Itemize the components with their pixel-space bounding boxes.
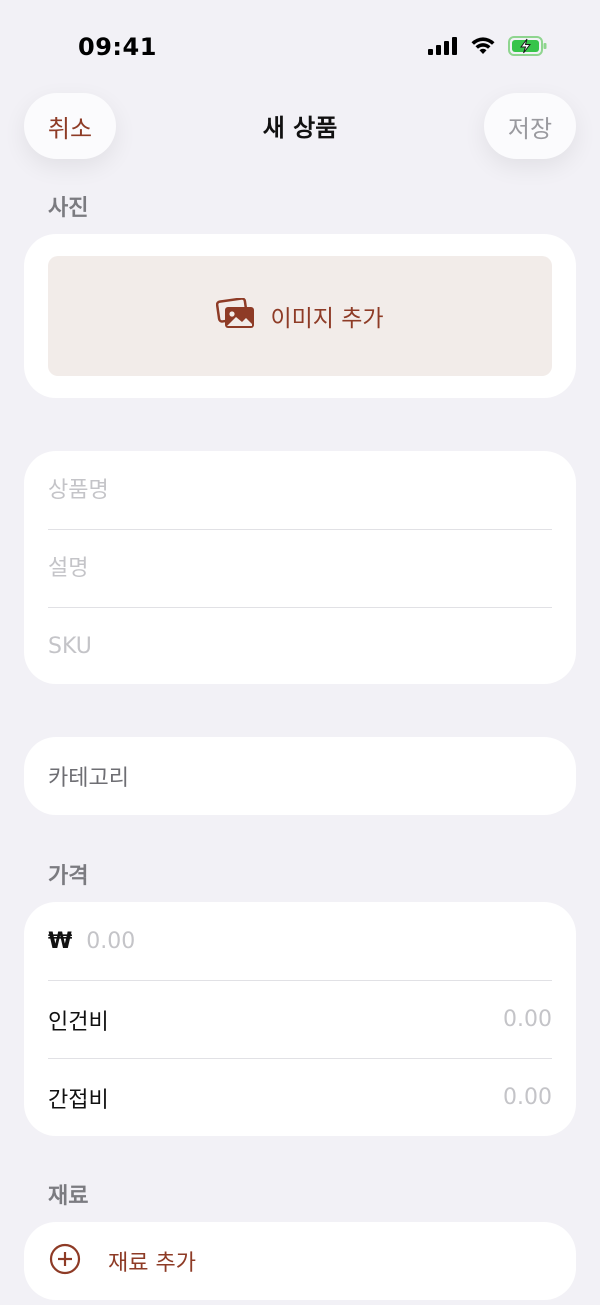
status-time: 09:41 xyxy=(78,33,157,61)
wifi-icon xyxy=(470,36,496,60)
add-material-button[interactable]: 재료 추가 xyxy=(24,1222,576,1300)
category-card: 카테고리 xyxy=(24,737,576,815)
photo-card: 이미지 추가 xyxy=(24,234,576,398)
add-material-label: 재료 추가 xyxy=(108,1251,196,1276)
description-input[interactable] xyxy=(48,556,552,581)
overhead-cost-row: 간접비 0.00 xyxy=(48,1058,552,1136)
cellular-signal-icon xyxy=(428,37,458,59)
price-row: ₩ xyxy=(48,902,552,980)
add-image-label: 이미지 추가 xyxy=(270,306,384,332)
overhead-cost-label: 간접비 xyxy=(48,1087,109,1113)
category-label: 카테고리 xyxy=(48,766,129,791)
product-name-input[interactable] xyxy=(48,477,552,503)
labor-cost-input[interactable]: 0.00 xyxy=(503,1007,552,1032)
photo-section-label: 사진 xyxy=(48,196,89,221)
sku-input[interactable] xyxy=(48,634,552,659)
sku-row xyxy=(48,607,552,685)
status-bar: 09:41 xyxy=(0,0,600,90)
labor-cost-label: 인건비 xyxy=(48,1009,109,1035)
materials-section-label: 재료 xyxy=(48,1184,89,1209)
overhead-cost-input[interactable]: 0.00 xyxy=(503,1085,552,1110)
photo-stack-icon xyxy=(216,297,256,334)
price-input[interactable] xyxy=(86,928,552,954)
price-card: ₩ 인건비 0.00 간접비 0.00 xyxy=(24,902,576,1136)
category-row[interactable]: 카테고리 xyxy=(48,737,552,815)
product-name-row xyxy=(48,451,552,529)
price-section-label: 가격 xyxy=(48,864,89,889)
labor-cost-row: 인건비 0.00 xyxy=(48,980,552,1058)
add-image-button[interactable]: 이미지 추가 xyxy=(48,256,552,376)
materials-card: 재료 추가 xyxy=(24,1222,576,1300)
product-info-card xyxy=(24,451,576,684)
battery-charging-icon xyxy=(508,36,548,60)
currency-symbol: ₩ xyxy=(48,928,73,954)
description-row xyxy=(48,529,552,607)
save-button[interactable]: 저장 xyxy=(484,93,576,159)
status-icons xyxy=(428,36,548,60)
plus-circle-icon xyxy=(48,1242,82,1280)
